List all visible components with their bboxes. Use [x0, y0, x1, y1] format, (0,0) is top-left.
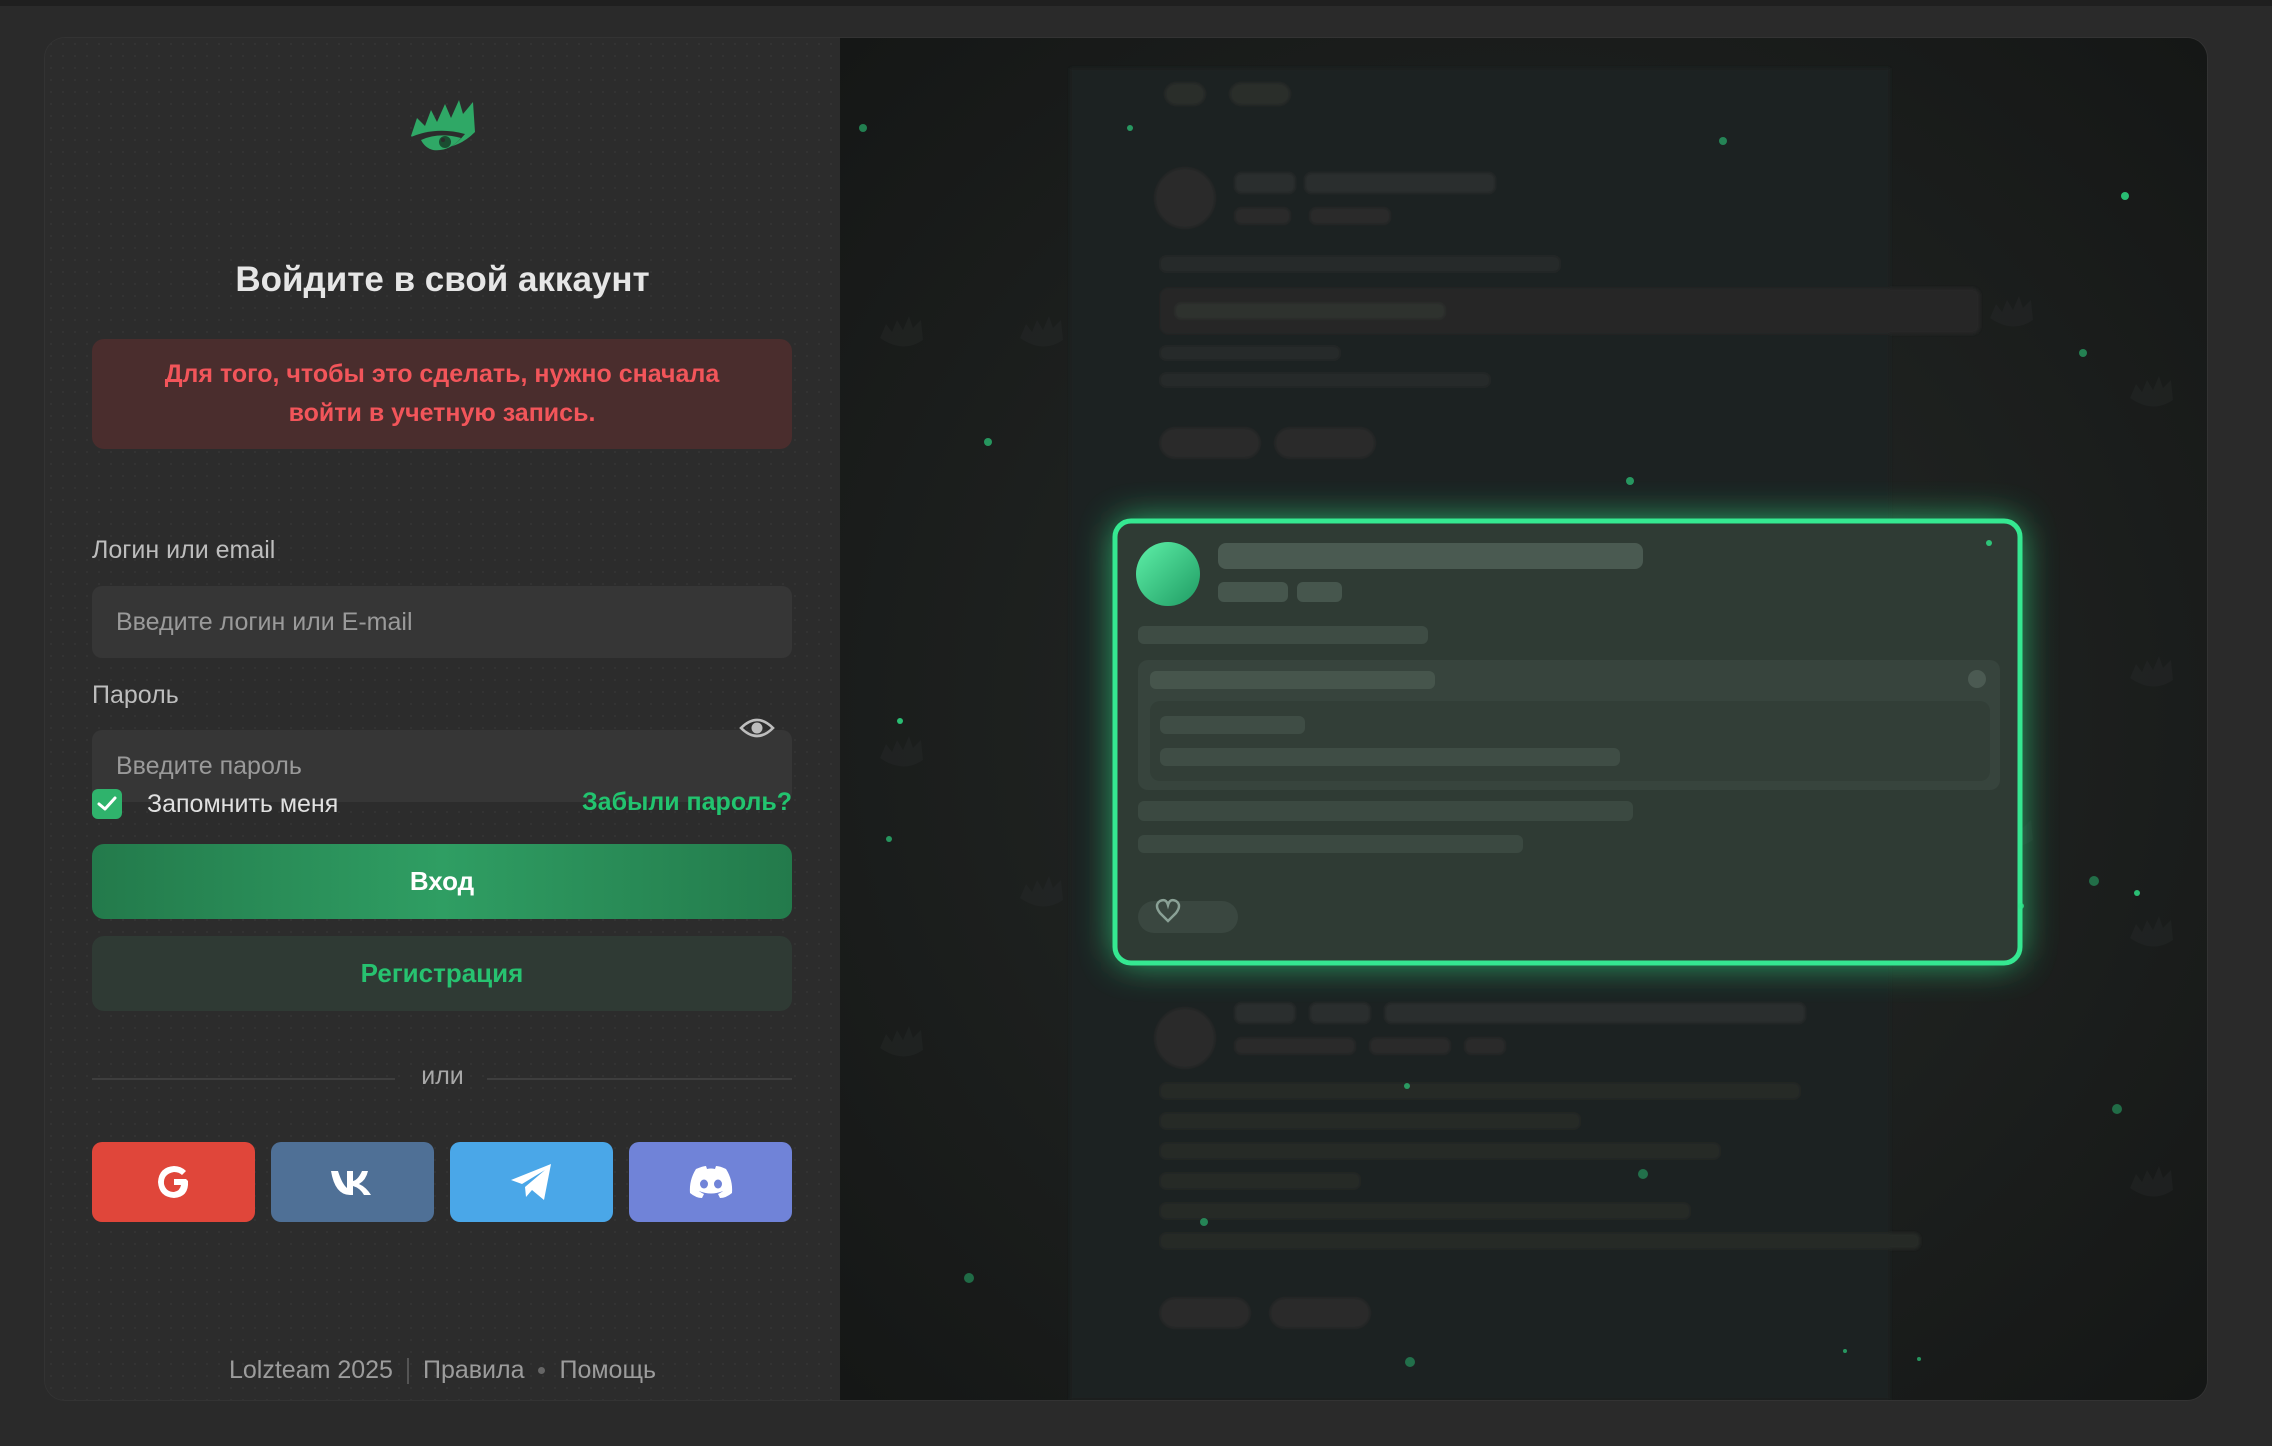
- login-panel: Войдите в свой аккаунт Для того, чтобы э…: [45, 38, 840, 1400]
- discord-icon: [689, 1166, 732, 1198]
- footer: Lolzteam 2025 Правила Помощь: [45, 1356, 840, 1385]
- copyright-text: Lolzteam 2025: [228, 1356, 393, 1384]
- rules-link[interactable]: Правила: [423, 1356, 525, 1385]
- show-password-icon[interactable]: [739, 714, 775, 742]
- top-strip: [0, 0, 2272, 6]
- register-button[interactable]: Регистрация: [92, 936, 792, 1011]
- logo-eye-icon: [409, 100, 475, 153]
- telegram-icon: [510, 1164, 551, 1200]
- username-input[interactable]: [92, 586, 792, 658]
- login-button[interactable]: Вход: [92, 844, 792, 919]
- check-icon: [97, 796, 117, 811]
- error-alert: Для того, чтобы это сделать, нужно снача…: [92, 339, 792, 449]
- vk-icon: [330, 1171, 371, 1195]
- footer-separator: [406, 1357, 409, 1384]
- remember-label[interactable]: Запомнить меня: [147, 790, 338, 819]
- password-label: Пароль: [92, 681, 179, 709]
- discord-login-button[interactable]: [629, 1142, 792, 1222]
- forgot-password-link[interactable]: Забыли пароль?: [582, 788, 792, 817]
- promo-illustration: [840, 38, 2207, 1400]
- username-label: Логин или email: [92, 536, 276, 564]
- footer-dot: [538, 1367, 546, 1374]
- divider-right: [487, 1078, 792, 1080]
- promo-illustration-art: [840, 38, 2207, 1400]
- help-link[interactable]: Помощь: [559, 1356, 656, 1385]
- telegram-login-button[interactable]: [450, 1142, 613, 1222]
- vk-login-button[interactable]: [271, 1142, 434, 1222]
- or-label: или: [421, 1062, 464, 1090]
- page-title: Войдите в свой аккаунт: [235, 260, 650, 299]
- error-alert-text: Для того, чтобы это сделать, нужно снача…: [164, 360, 720, 427]
- google-login-button[interactable]: [92, 1142, 255, 1222]
- highlighted-post-card: [1112, 518, 2023, 966]
- google-icon: [157, 1166, 188, 1198]
- login-card: Войдите в свой аккаунт Для того, чтобы э…: [45, 38, 2207, 1400]
- remember-checkbox[interactable]: [92, 789, 122, 819]
